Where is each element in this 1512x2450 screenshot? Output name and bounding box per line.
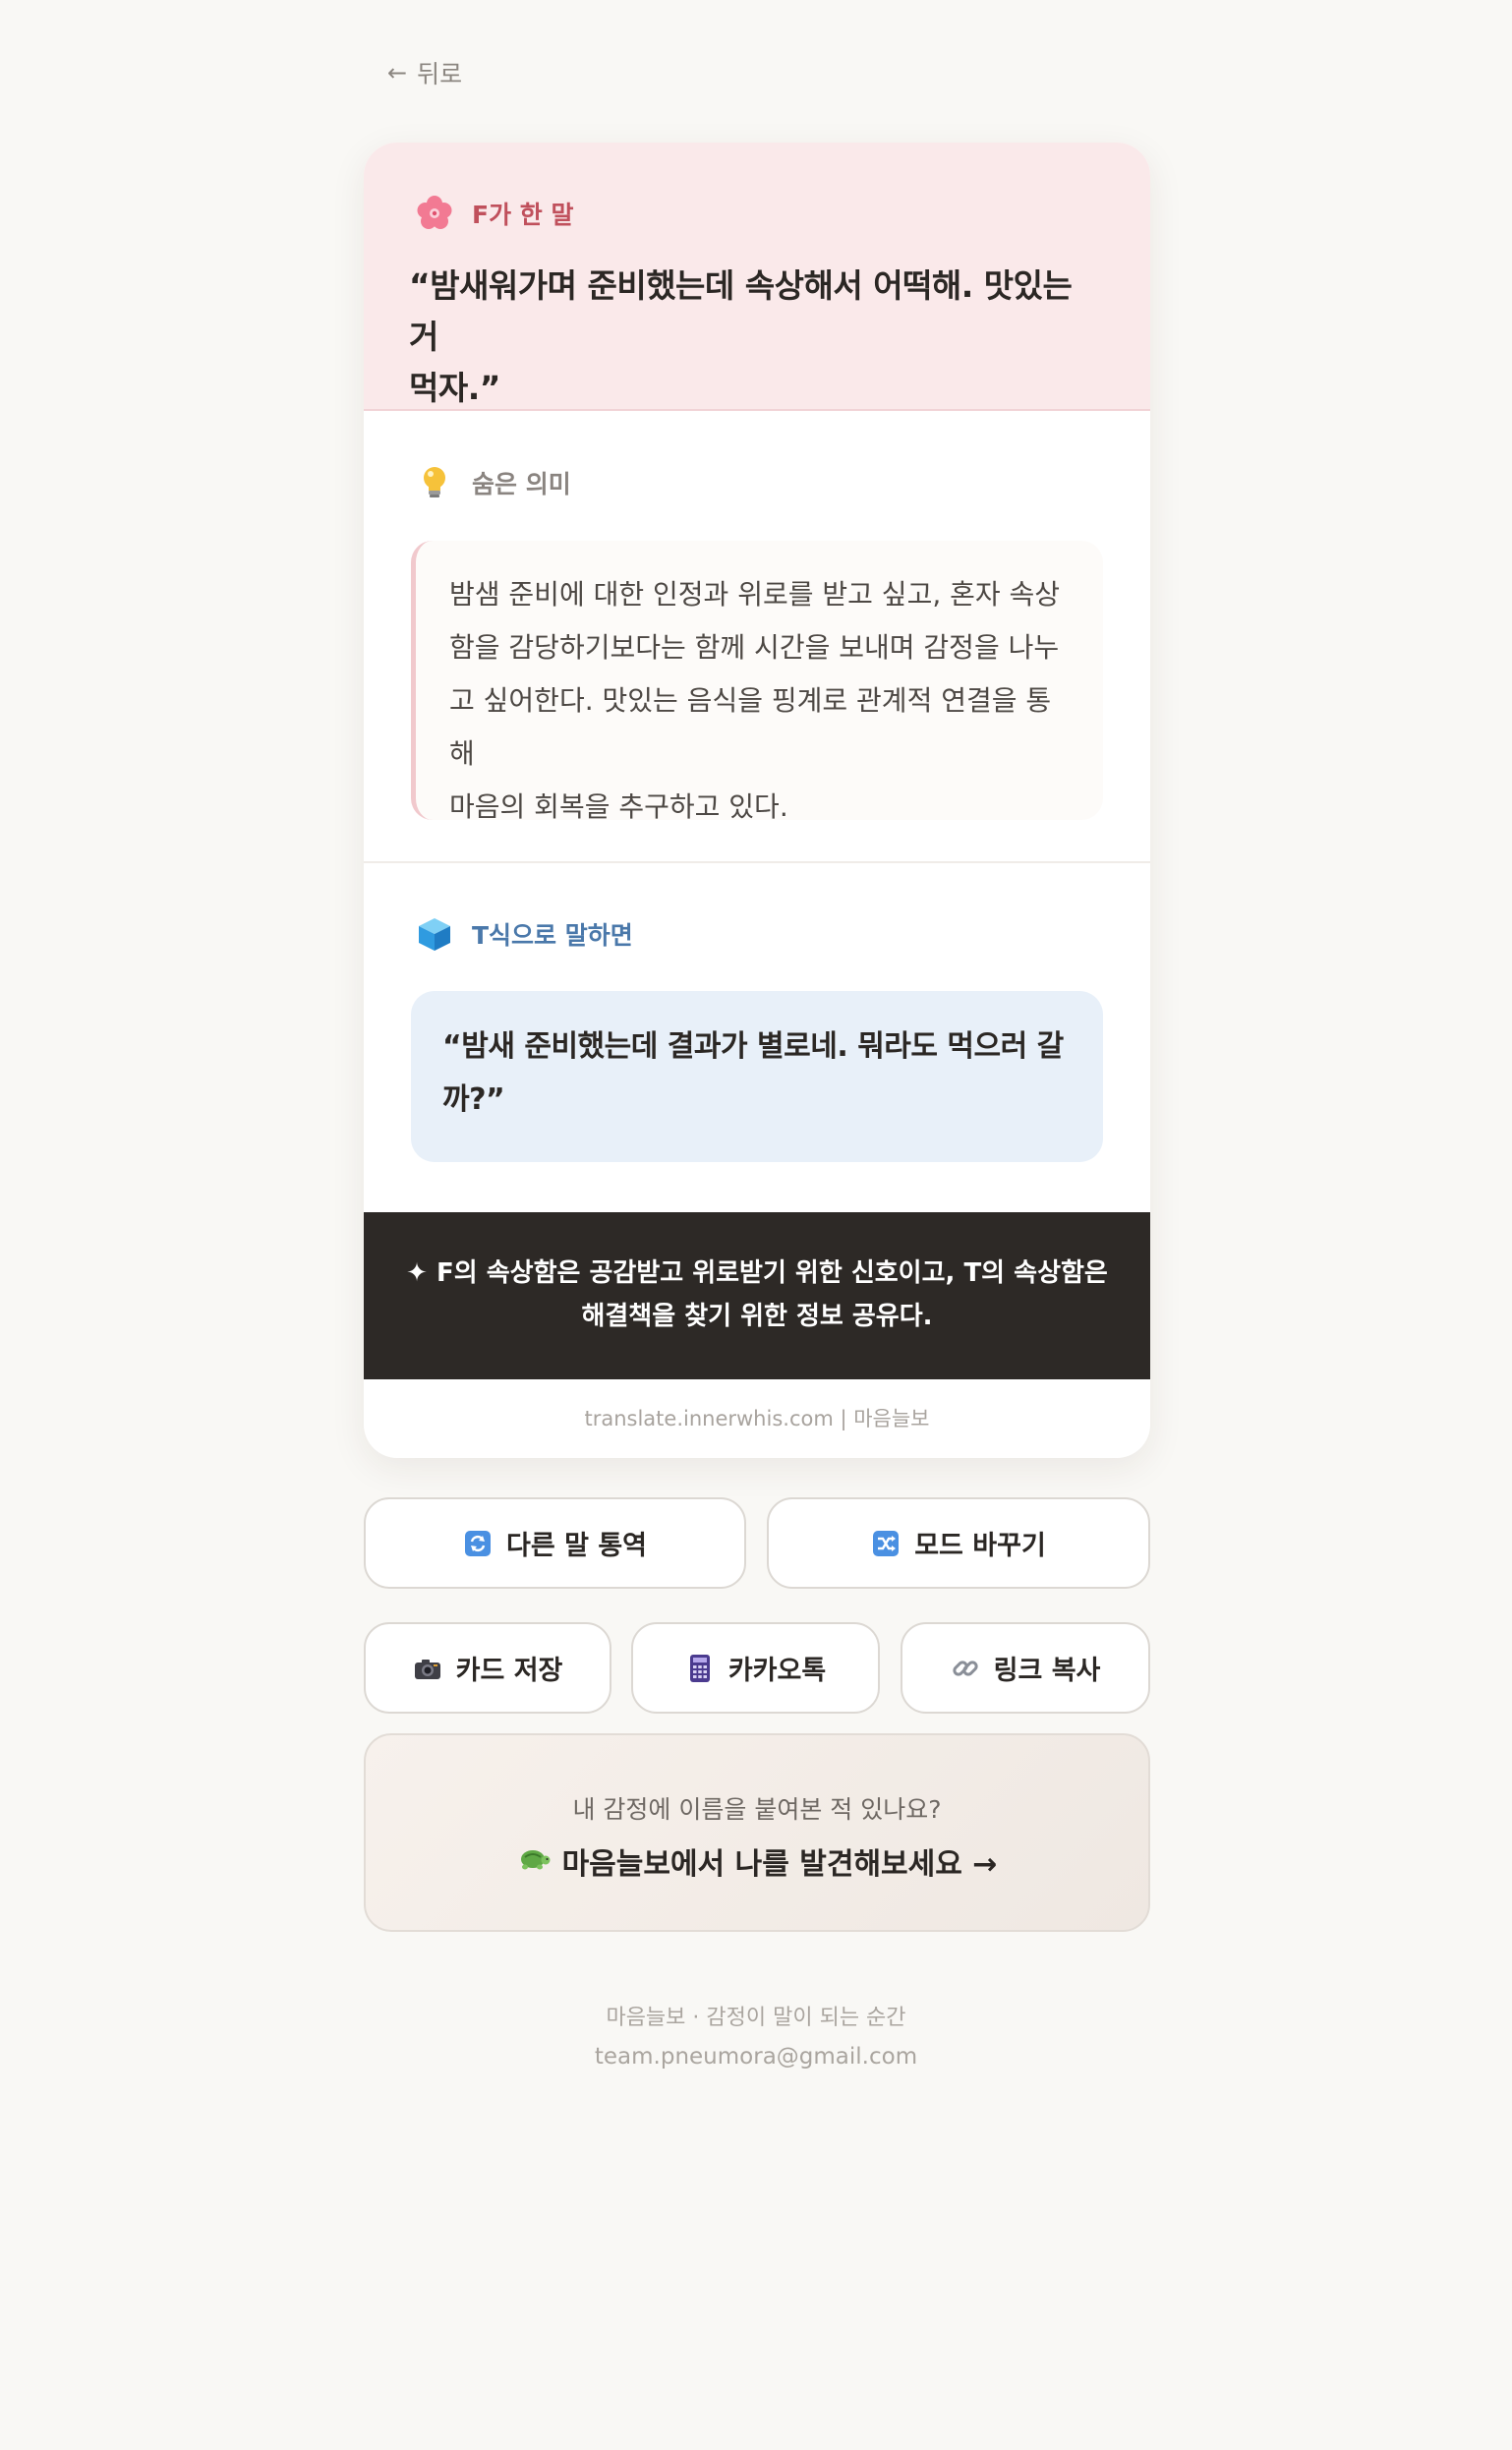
- copy-link-button[interactable]: 링크 복사: [901, 1622, 1150, 1714]
- kakao-share-label: 카카오톡: [727, 1656, 827, 1686]
- t-section-heading: T식으로 말하면: [415, 914, 633, 954]
- t-section-title: T식으로 말하면: [472, 921, 633, 950]
- f-quote: “밤새워가며 준비했는데 속상해서 어떡해. 맛있는 거 먹자.”: [409, 261, 1105, 414]
- hidden-meaning-text: 밤샘 준비에 대한 인정과 위로를 받고 싶고, 혼자 속상 함을 감당하기보다…: [411, 541, 1103, 823]
- ice-cube-icon: [415, 914, 454, 954]
- summary-banner: ✦ F의 속상함은 공감받고 위로받기 위한 신호이고, T의 속상함은 해결책…: [364, 1212, 1150, 1379]
- source-credit: translate.innerwhis.com | 마음늘보: [584, 1407, 930, 1430]
- camera-icon: [413, 1654, 442, 1683]
- back-label: 뒤로: [417, 60, 463, 88]
- link-icon: [951, 1654, 980, 1683]
- hidden-meaning-line: 함을 감당하기보다는 함께 시간을 보내며 감정을 나누: [449, 631, 1060, 664]
- refresh-icon: [463, 1529, 493, 1558]
- f-section-title: F가 한 말: [472, 201, 574, 229]
- copy-link-label: 링크 복사: [993, 1656, 1101, 1686]
- translate-other-button[interactable]: 다른 말 통역: [364, 1497, 746, 1589]
- t-quote: “밤새 준비했는데 결과가 별로네. 뭐라도 먹으러 갈 까?”: [411, 991, 1103, 1162]
- f-section-heading: F가 한 말: [415, 194, 574, 233]
- switch-mode-button[interactable]: 모드 바꾸기: [767, 1497, 1150, 1589]
- t-quote-line: “밤새 준비했는데 결과가 별로네. 뭐라도 먹으러 갈: [442, 1029, 1064, 1064]
- cherry-blossom-icon: [415, 194, 454, 233]
- hidden-meaning-line: 고 싶어한다. 맛있는 음식을 핑계로 관계적 연결을 통해: [449, 684, 1052, 770]
- translation-card: F가 한 말 “밤새워가며 준비했는데 속상해서 어떡해. 맛있는 거 먹자.”…: [364, 143, 1150, 1458]
- hidden-meaning-title: 숨은 의미: [472, 470, 571, 498]
- cta-question: 내 감정에 이름을 붙여본 적 있나요?: [572, 1795, 942, 1824]
- phone-icon: [685, 1654, 715, 1683]
- cta-link-text: 마음늘보에서 나를 발견해보세요 →: [561, 1847, 998, 1882]
- light-bulb-icon: [415, 463, 454, 502]
- f-quote-line: “밤새워가며 준비했는데 속상해서 어떡해. 맛있는 거: [409, 266, 1073, 356]
- footer-tagline: 마음늘보 · 감정이 말이 되는 순간: [606, 2006, 906, 2030]
- kakao-share-button[interactable]: 카카오톡: [631, 1622, 880, 1714]
- save-card-label: 카드 저장: [455, 1656, 563, 1686]
- f-section: F가 한 말 “밤새워가며 준비했는데 속상해서 어떡해. 맛있는 거 먹자.”: [364, 143, 1150, 411]
- turtle-icon: [517, 1844, 551, 1879]
- hidden-meaning-line: 밤샘 준비에 대한 인정과 위로를 받고 싶고, 혼자 속상: [449, 578, 1061, 611]
- save-card-button[interactable]: 카드 저장: [364, 1622, 611, 1714]
- section-divider: [364, 861, 1150, 863]
- summary-line: ✦ F의 속상함은 공감받고 위로받기 위한 신호이고, T의 속상함은: [406, 1258, 1108, 1288]
- switch-mode-label: 모드 바꾸기: [914, 1531, 1046, 1561]
- translate-other-label: 다른 말 통역: [506, 1531, 647, 1561]
- t-quote-line: 까?”: [442, 1082, 505, 1117]
- back-button[interactable]: ← 뒤로: [387, 55, 462, 90]
- summary-line: 해결책을 찾기 위한 정보 공유다.: [581, 1302, 933, 1331]
- footer-email[interactable]: team.pneumora@gmail.com: [0, 2044, 1512, 2070]
- shuffle-icon: [871, 1529, 901, 1558]
- f-quote-line: 먹자.”: [409, 369, 500, 407]
- hidden-meaning-heading: 숨은 의미: [415, 463, 571, 502]
- cta-banner[interactable]: 내 감정에 이름을 붙여본 적 있나요? 마음늘보에서 나를 발견해보세요 →: [364, 1733, 1150, 1932]
- arrow-left-icon: ←: [387, 59, 408, 87]
- hidden-meaning-line: 마음의 회복을 추구하고 있다.: [449, 790, 788, 823]
- cta-link[interactable]: 마음늘보에서 나를 발견해보세요 →: [366, 1839, 1148, 1883]
